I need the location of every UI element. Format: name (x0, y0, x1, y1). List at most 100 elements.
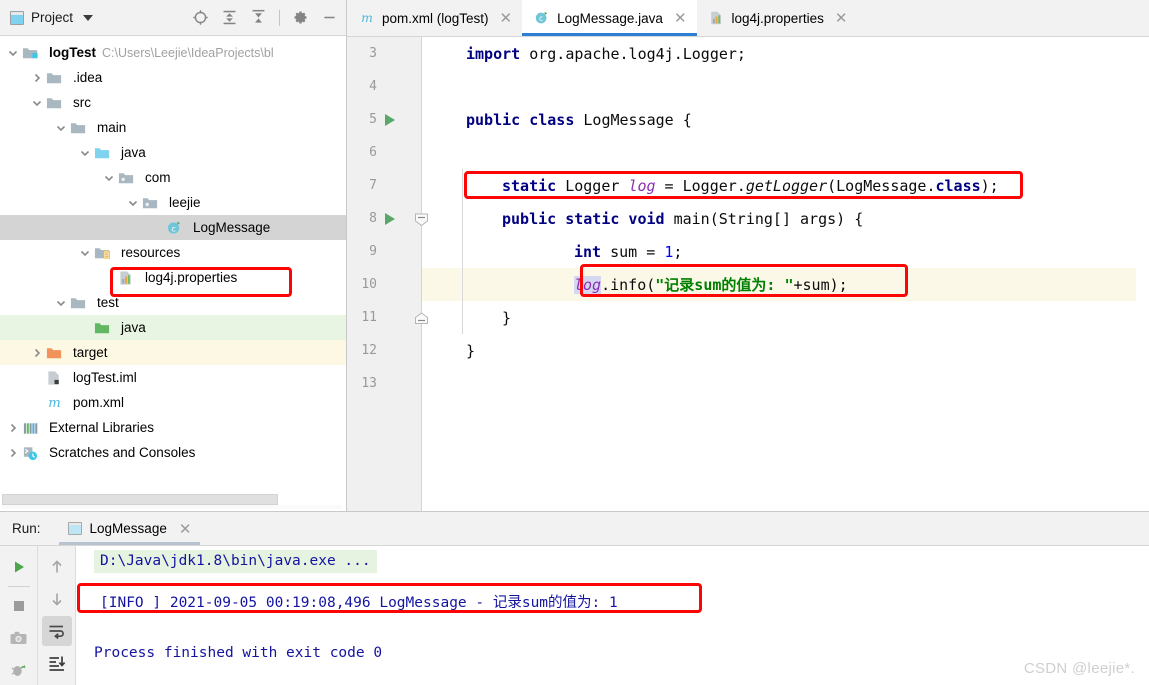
run-panel-body: D:\Java\jdk1.8\bin\java.exe ... [INFO ] … (0, 546, 1149, 685)
chevron-expanded-icon[interactable] (6, 46, 20, 60)
run-gutter-icon[interactable] (385, 113, 395, 126)
tree-item-test[interactable]: test (0, 290, 346, 315)
editor-scrollbar[interactable] (1136, 37, 1149, 511)
chevron-expanded-icon[interactable] (54, 296, 68, 310)
editor-gutter[interactable]: 3 4 5 6 7 8 9 10 11 12 13 (347, 37, 428, 511)
indent-guide (462, 235, 463, 268)
chevron-expanded-icon[interactable] (78, 146, 92, 160)
tree-item-src[interactable]: src (0, 90, 346, 115)
console-output[interactable]: D:\Java\jdk1.8\bin\java.exe ... [INFO ] … (76, 546, 1149, 685)
hide-icon[interactable] (321, 9, 338, 26)
gutter-line-7: 7 (347, 169, 421, 202)
editor-tab-pom-xml-logtest-[interactable]: m pom.xml (logTest) ✕ (347, 0, 522, 36)
chevron-collapsed-icon[interactable] (30, 346, 44, 360)
indent-guide (462, 301, 463, 334)
code-line-9[interactable]: int sum = 1; (422, 235, 1149, 268)
code-line-6[interactable] (422, 136, 1149, 169)
code-content[interactable]: import org.apache.log4j.Logger; public cl… (422, 37, 1149, 511)
project-horizontal-scrollbar[interactable] (2, 494, 278, 505)
code-line-13[interactable] (422, 367, 1149, 400)
run-tab-logmessage[interactable]: LogMessage ✕ (58, 512, 201, 545)
chevron-down-icon[interactable] (83, 14, 94, 21)
tree-item-java[interactable]: java (0, 140, 346, 165)
tree-item-log4j-properties[interactable]: log4j.properties (0, 265, 346, 290)
tree-item-com[interactable]: com (0, 165, 346, 190)
tree-item-label: log4j.properties (145, 270, 238, 285)
svg-text:c: c (171, 224, 175, 233)
code-line-7[interactable]: static Logger log = Logger.getLogger(Log… (422, 169, 1149, 202)
project-tree[interactable]: logTest C:\Users\Leejie\IdeaProjects\bl .i… (0, 36, 346, 511)
collapse-all-icon[interactable] (250, 9, 267, 26)
folder-icon (46, 70, 68, 86)
chevron-expanded-icon[interactable] (30, 96, 44, 110)
code-editor[interactable]: 3 4 5 6 7 8 9 10 11 12 13 import org.apache.log4j.… (347, 37, 1149, 511)
chevron-collapsed-icon[interactable] (6, 446, 20, 460)
tree-item-pom-xml[interactable]: m pom.xml (0, 390, 346, 415)
tree-item-scratches-and-consoles[interactable]: Scratches and Consoles (0, 440, 346, 465)
tree-item-leejie[interactable]: leejie (0, 190, 346, 215)
close-icon[interactable]: ✕ (674, 11, 687, 26)
tree-item-logtest-iml[interactable]: logTest.iml (0, 365, 346, 390)
svg-text:m: m (48, 396, 60, 411)
editor-area: m pom.xml (logTest) ✕ c LogMessage.java ✕ log4… (347, 0, 1149, 511)
close-icon[interactable]: ✕ (835, 11, 848, 26)
code-line-8[interactable]: public static void main(String[] args) { (422, 202, 1149, 235)
chevron-expanded-icon[interactable] (54, 121, 68, 135)
tree-item-target[interactable]: target (0, 340, 346, 365)
code-token: +sum); (793, 276, 848, 294)
code-line-text: } (502, 309, 511, 327)
tree-item-resources[interactable]: resources (0, 240, 346, 265)
console-log-line-row: [INFO ] 2021-09-05 00:19:08,496 LogMessa… (94, 586, 1149, 616)
arrow-up-icon[interactable] (42, 552, 72, 582)
svg-text:m: m (361, 10, 373, 25)
locate-icon[interactable] (192, 9, 209, 26)
code-token: main(String[] args) { (673, 209, 864, 228)
code-line-4[interactable] (422, 70, 1149, 103)
soft-wrap-icon[interactable] (41, 616, 72, 646)
run-gutter-icon[interactable] (385, 212, 395, 225)
bug-icon[interactable] (4, 655, 34, 685)
tree-item-java[interactable]: java (0, 315, 346, 340)
code-token: class (935, 176, 981, 195)
project-title-group[interactable]: Project (10, 10, 94, 25)
arrow-down-icon[interactable] (42, 584, 72, 614)
expand-all-icon[interactable] (221, 9, 238, 26)
scroll-to-end-icon[interactable] (42, 648, 72, 678)
indent-guide (462, 202, 463, 235)
chevron-expanded-icon[interactable] (126, 196, 140, 210)
line-number: 5 (369, 112, 377, 127)
code-token: } (502, 308, 512, 327)
tree-item-logtest[interactable]: logTest C:\Users\Leejie\IdeaProjects\bl (0, 40, 346, 65)
gutter-line-10: 10 (347, 268, 421, 301)
tree-item-main[interactable]: main (0, 115, 346, 140)
code-line-10[interactable]: log.info("记录sum的值为: "+sum); (422, 268, 1149, 301)
close-icon[interactable]: ✕ (179, 520, 192, 538)
chevron-expanded-icon[interactable] (102, 171, 116, 185)
code-token: int (574, 242, 611, 261)
tree-item-logmessage[interactable]: c LogMessage (0, 215, 346, 240)
tree-item-external-libraries[interactable]: External Libraries (0, 415, 346, 440)
settings-gear-icon[interactable] (292, 9, 309, 26)
line-number: 13 (361, 376, 377, 391)
code-line-3[interactable]: import org.apache.log4j.Logger; (422, 37, 1149, 70)
code-line-5[interactable]: public class LogMessage { (422, 103, 1149, 136)
editor-tab-logmessage-java[interactable]: c LogMessage.java ✕ (522, 0, 697, 36)
chevron-collapsed-icon[interactable] (30, 71, 44, 85)
tree-item-label: java (121, 320, 146, 335)
rerun-button[interactable] (4, 552, 34, 582)
stop-button[interactable] (4, 591, 34, 621)
chevron-expanded-icon[interactable] (78, 246, 92, 260)
chevron-collapsed-icon[interactable] (6, 421, 20, 435)
line-number: 8 (369, 211, 377, 226)
code-line-11[interactable]: } (422, 301, 1149, 334)
camera-icon[interactable] (4, 623, 34, 653)
editor-tab-log4j-properties[interactable]: log4j.properties ✕ (697, 0, 858, 36)
properties-file-icon (118, 270, 140, 286)
close-icon[interactable]: ✕ (500, 11, 513, 26)
run-side-column-left (0, 546, 37, 685)
code-line-12[interactable]: } (422, 334, 1149, 367)
tree-item--idea[interactable]: .idea (0, 65, 346, 90)
